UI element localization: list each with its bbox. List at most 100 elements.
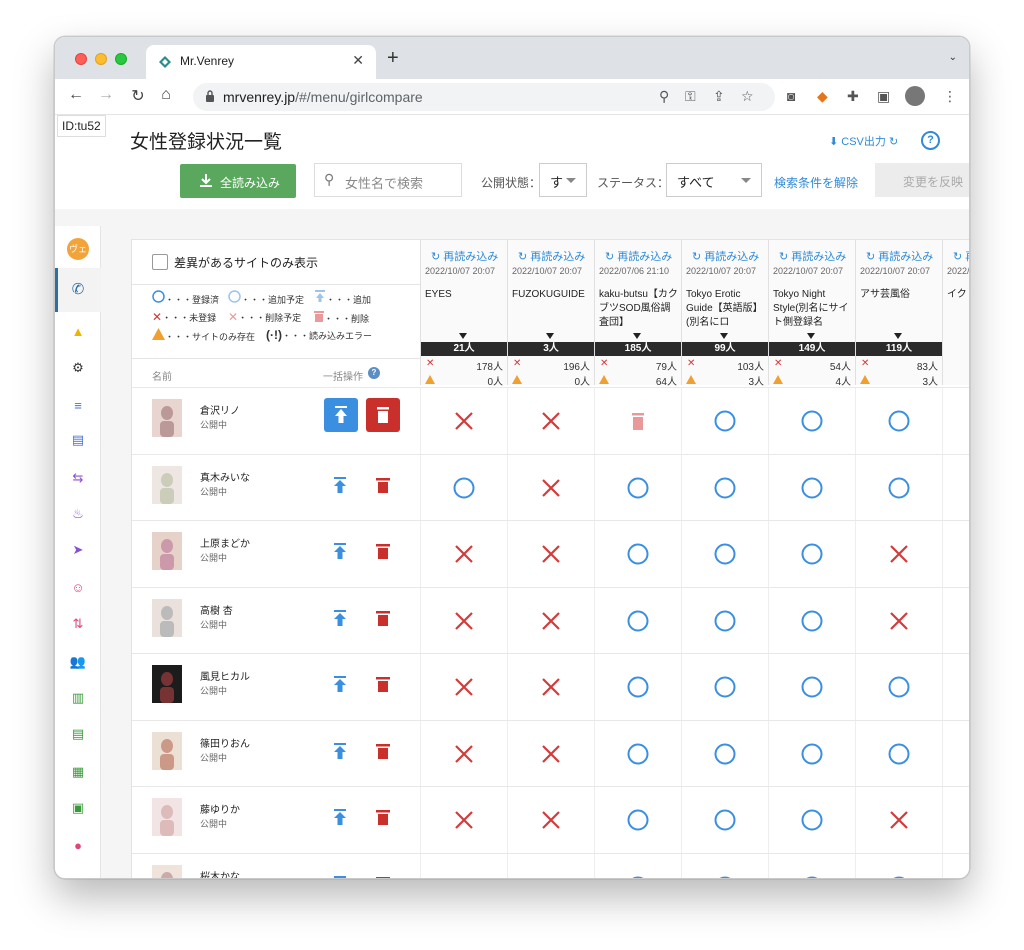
phone-icon[interactable]: ✆	[55, 280, 101, 298]
maximize-window-button[interactable]	[115, 53, 127, 65]
unregistered-cross-icon[interactable]	[540, 809, 562, 831]
bulk-add-icon[interactable]	[332, 476, 348, 493]
bulk-add-icon[interactable]	[332, 609, 348, 626]
status-cell[interactable]	[507, 521, 593, 587]
sort-arrow-icon[interactable]	[633, 333, 641, 339]
status-cell[interactable]	[855, 720, 941, 787]
status-cell[interactable]	[420, 587, 506, 654]
status-cell[interactable]	[681, 521, 767, 587]
unregistered-cross-icon[interactable]	[453, 809, 475, 831]
woman-photo[interactable]	[152, 798, 182, 836]
status-cell[interactable]	[855, 787, 941, 853]
site-reload-button[interactable]: ↻ 再読み込み	[866, 248, 933, 264]
status-cell[interactable]	[768, 853, 854, 878]
status-cell[interactable]	[855, 454, 941, 521]
unregistered-cross-icon[interactable]	[540, 676, 562, 698]
status-cell[interactable]	[507, 853, 593, 878]
status-cell[interactable]	[507, 454, 593, 521]
calendar-icon[interactable]: ▣	[55, 800, 101, 816]
list-icon[interactable]: ≡	[55, 398, 101, 413]
bulk-add-icon[interactable]	[332, 809, 348, 825]
site-reload-button[interactable]: ↻ 再読み込み	[431, 248, 498, 264]
repeat-icon[interactable]: ⇆	[55, 470, 101, 486]
bulk-add-icon[interactable]	[332, 676, 348, 692]
status-cell[interactable]	[507, 787, 593, 853]
face-icon[interactable]: ☺	[55, 580, 101, 595]
extensions-puzzle-icon[interactable]: ✚	[847, 88, 859, 105]
grid-icon[interactable]: ▦	[55, 764, 101, 780]
site-reload-button[interactable]: ↻ 再読み込み	[779, 248, 846, 264]
status-cell[interactable]	[507, 388, 593, 454]
menu-kebab-icon[interactable]: ⋮	[943, 88, 957, 105]
clear-filters-link[interactable]: 検索条件を解除	[774, 174, 858, 191]
diff-only-checkbox[interactable]	[152, 254, 168, 270]
status-cell[interactable]	[681, 720, 767, 787]
status-cell[interactable]	[855, 654, 941, 720]
bulk-delete-icon[interactable]	[376, 543, 390, 559]
woman-photo[interactable]	[152, 532, 182, 570]
bulk-delete-icon[interactable]	[376, 610, 390, 626]
status-cell[interactable]	[768, 787, 854, 853]
public-state-select[interactable]: す	[539, 163, 587, 197]
status-cell[interactable]	[507, 654, 593, 720]
status-cell[interactable]	[681, 853, 767, 878]
account-avatar[interactable]: ヴェ	[67, 238, 89, 260]
camera-icon[interactable]: ◙	[787, 88, 795, 104]
status-cell[interactable]	[681, 454, 767, 521]
unregistered-cross-icon[interactable]	[453, 743, 475, 765]
sort-arrow-icon[interactable]	[720, 333, 728, 339]
woman-photo[interactable]	[152, 864, 182, 880]
bulk-add-icon[interactable]	[332, 875, 348, 880]
fire-icon[interactable]: ♨	[55, 506, 101, 522]
unregistered-cross-icon[interactable]	[540, 477, 562, 499]
status-cell[interactable]	[681, 787, 767, 853]
profile-avatar[interactable]	[905, 86, 925, 106]
status-cell[interactable]	[594, 521, 680, 587]
people-icon[interactable]: 👥	[55, 654, 101, 670]
status-cell[interactable]	[507, 720, 593, 787]
status-cell[interactable]	[768, 521, 854, 587]
metamask-icon[interactable]: ◆	[817, 88, 828, 105]
send-icon[interactable]: ➤	[55, 542, 101, 558]
status-cell[interactable]	[768, 388, 854, 454]
status-cell[interactable]	[942, 787, 969, 853]
status-cell[interactable]	[855, 853, 941, 878]
home-icon[interactable]: ⌂	[155, 86, 177, 104]
status-cell[interactable]	[855, 521, 941, 587]
share-icon[interactable]: ⇪	[713, 88, 725, 105]
unregistered-cross-icon[interactable]	[453, 876, 475, 880]
status-cell[interactable]	[420, 654, 506, 720]
status-cell[interactable]	[942, 720, 969, 787]
site-reload-button[interactable]: ↻ 再読み込み	[518, 248, 585, 264]
tab-search-chevron-icon[interactable]: ⌄	[949, 52, 957, 63]
clipboard-icon[interactable]: ▤	[55, 432, 101, 448]
unregistered-cross-icon[interactable]	[453, 676, 475, 698]
bulk-help-icon[interactable]: ?	[368, 367, 380, 379]
status-cell[interactable]	[594, 787, 680, 853]
status-cell[interactable]	[768, 654, 854, 720]
bulk-delete-button[interactable]	[366, 398, 400, 432]
site-reload-button[interactable]: ↻ 再読み込み	[692, 248, 759, 264]
bulk-delete-icon[interactable]	[376, 876, 390, 880]
unregistered-cross-icon[interactable]	[540, 543, 562, 565]
unregistered-cross-icon[interactable]	[540, 610, 562, 632]
status-cell[interactable]	[768, 587, 854, 654]
woman-photo[interactable]	[152, 399, 182, 437]
status-cell[interactable]	[855, 587, 941, 654]
status-select[interactable]: すべて	[666, 163, 762, 197]
status-cell[interactable]	[594, 587, 680, 654]
status-cell[interactable]	[420, 388, 506, 454]
minimize-window-button[interactable]	[95, 53, 107, 65]
bulk-delete-icon[interactable]	[376, 676, 390, 692]
address-bar[interactable]: mrvenrey.jp/#/menu/girlcompare ⚲ ⚿ ⇪ ☆	[193, 83, 775, 111]
woman-photo[interactable]	[152, 465, 182, 504]
close-window-button[interactable]	[75, 53, 87, 65]
sort-arrow-icon[interactable]	[894, 333, 902, 339]
back-icon[interactable]: ←	[65, 86, 87, 104]
status-cell[interactable]	[420, 521, 506, 587]
key-icon[interactable]: ⚿	[685, 88, 696, 105]
bulk-add-icon[interactable]	[332, 742, 348, 759]
status-cell[interactable]	[420, 720, 506, 787]
unregistered-cross-icon[interactable]	[453, 610, 475, 632]
swap-vertical-icon[interactable]: ⇅	[55, 616, 101, 632]
